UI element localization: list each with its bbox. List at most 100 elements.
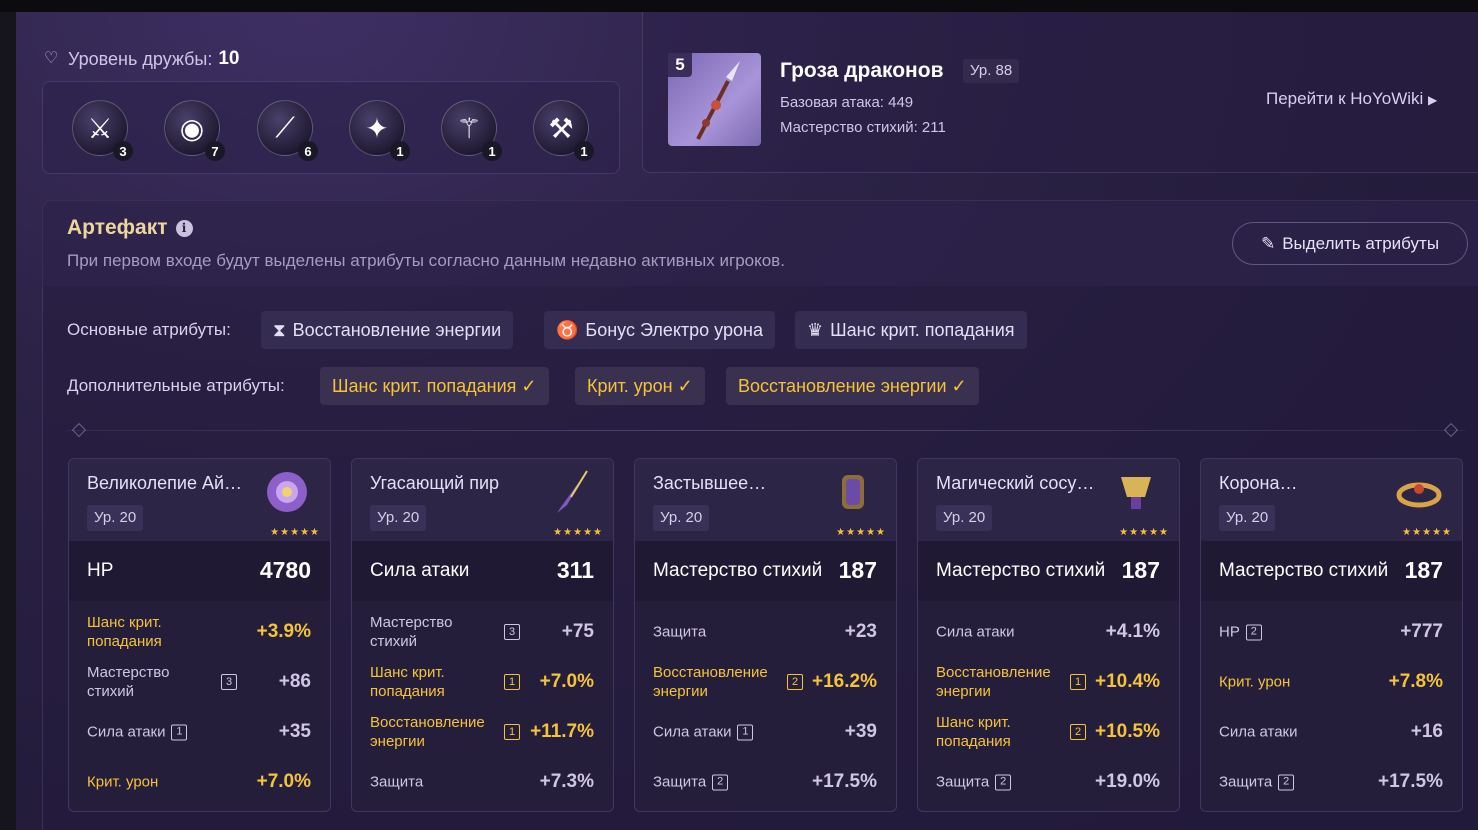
sub-stat-value: +16	[1410, 721, 1443, 742]
constellation-2[interactable]: ◉ 7	[164, 100, 225, 161]
sub-stat-name: Сила атаки	[1219, 723, 1369, 742]
constellation-count: 3	[113, 141, 133, 161]
chip-label: Шанс крит. попадания	[830, 319, 1015, 340]
sub-stat-label: Сила атаки	[936, 623, 1015, 641]
constellation-4[interactable]: ✦ 1	[349, 100, 410, 161]
constellation-1[interactable]: ⚔ 3	[72, 100, 133, 161]
main-stat: Мастерство стихий 187	[635, 541, 896, 601]
sub-stat: Сила атаки +16	[1201, 707, 1462, 757]
friendship-value: 10	[218, 48, 240, 69]
eye-icon: ◉	[179, 112, 205, 144]
sub-stat-value: +75	[561, 621, 594, 642]
artifact-level: Ур. 20	[1219, 505, 1276, 531]
sub-stat-label: Защита	[370, 773, 424, 791]
spear-icon	[696, 61, 740, 140]
constellation-count: 7	[205, 141, 225, 161]
sub-stat-name: Защита	[653, 623, 803, 642]
artifact-name: Застывшее…	[653, 473, 767, 493]
sub-stat-value: +86	[278, 671, 311, 692]
sub-stat: Защита 2 +17.5%	[635, 757, 896, 807]
sub-stat: HP 2 +777	[1201, 607, 1462, 657]
sub-stat-value: +7.0%	[539, 671, 594, 692]
main-stat: Мастерство стихий 187	[918, 541, 1179, 601]
roll-count: 2	[712, 774, 729, 790]
sub-stat: Восстановление энергии 1 +11.7%	[352, 707, 613, 757]
artifact-level: Ур. 20	[87, 505, 144, 531]
sub-stat-value: +17.5%	[812, 771, 877, 792]
artifact-level: Ур. 20	[653, 505, 710, 531]
sub-attr-crit-rate[interactable]: Шанс крит. попадания ✓	[320, 367, 549, 405]
chip-label: Восстановление энергии	[292, 319, 502, 340]
chip-label: Шанс крит. попадания ✓	[332, 375, 537, 396]
weapon-name: Гроза драконов	[780, 59, 944, 82]
roll-count: 1	[1070, 674, 1086, 690]
chip-label: Восстановление энергии ✓	[738, 375, 967, 396]
top-bar	[0, 0, 1478, 12]
main-attr-crit-rate[interactable]: ♛ Шанс крит. попадания	[795, 311, 1027, 349]
sub-stat: Защита +23	[635, 607, 896, 657]
sub-stat-name: Крит. урон	[1219, 673, 1369, 692]
hourglass-icon: ⧗	[273, 319, 286, 340]
sub-stat-value: +777	[1400, 621, 1443, 642]
sub-stat-name: Защита 2	[936, 773, 1086, 792]
artifact-card[interactable]: Магический сосу… Ур. 20 ★★★★★ Мастерство ст…	[917, 458, 1180, 812]
artifact-subtitle: При первом входе будут выделены атрибуты…	[67, 251, 785, 270]
main-stat-name: Сила атаки	[370, 560, 470, 581]
sub-attr-crit-dmg[interactable]: Крит. урон ✓	[575, 367, 705, 405]
sub-stat-name: Восстановление энергии 1	[370, 713, 520, 751]
artifact-card[interactable]: Угасающий пир Ур. 20 ★★★★★ Сила атаки 311 Мас…	[351, 458, 614, 812]
sub-stat: Шанс крит. попадания 2 +10.5%	[918, 707, 1179, 757]
chevron-right-icon: ▶	[1428, 93, 1438, 107]
sub-stat-label: Восстановление энергии	[653, 664, 768, 700]
main-stat-value: 187	[838, 557, 877, 583]
weapon-base-atk: Базовая атака: 449	[780, 94, 914, 111]
sub-stat-value: +17.5%	[1378, 771, 1443, 792]
roll-count: 1	[504, 674, 520, 690]
blade-icon: ⚚	[456, 112, 482, 144]
crossed-swords-icon: ⚔	[87, 112, 113, 144]
roll-count: 1	[171, 724, 188, 740]
highlight-attributes-button[interactable]: ✎ Выделить атрибуты	[1232, 222, 1468, 265]
sub-stat-name: Мастерство стихий 3	[370, 613, 520, 651]
sands-icon	[828, 467, 878, 517]
constellation-6[interactable]: ⚒ 1	[533, 100, 594, 161]
constellation-5[interactable]: ⚚ 1	[441, 100, 502, 161]
main-stat-name: HP	[87, 560, 114, 581]
chip-label: Крит. урон ✓	[587, 375, 693, 396]
main-stat-name: Мастерство стихий	[1219, 560, 1389, 581]
artifact-card[interactable]: Застывшее… Ур. 20 ★★★★★ Мастерство стихий 18…	[634, 458, 897, 812]
main-stat-name: Мастерство стихий	[653, 560, 823, 581]
sub-stat: Мастерство стихий 3 +75	[352, 607, 613, 657]
artifact-card[interactable]: Корона… Ур. 20 ★★★★★ Мастерство стихий 187 HP…	[1200, 458, 1463, 812]
roll-count: 2	[1278, 774, 1295, 790]
sub-stat-value: +7.8%	[1388, 671, 1443, 692]
main-stat-value: 187	[1121, 557, 1160, 583]
weapon-image[interactable]: 5	[668, 53, 761, 146]
sub-stat-value: +7.3%	[539, 771, 594, 792]
sub-stat-label: Восстановление энергии	[370, 714, 485, 750]
hoyowiki-link[interactable]: Перейти к HoYoWiki ▶	[1266, 89, 1437, 109]
info-icon[interactable]: i	[175, 219, 193, 237]
main-attr-energy-recharge[interactable]: ⧗ Восстановление энергии	[261, 311, 514, 349]
sub-stat-name: Сила атаки 1	[87, 723, 237, 742]
chip-label: Бонус Электро урона	[585, 319, 763, 340]
friendship-label: Уровень дружбы:	[68, 48, 213, 69]
artifact-name: Угасающий пир	[370, 473, 500, 493]
artifact-name: Магический сосу…	[936, 473, 1095, 493]
main-stat: Мастерство стихий 187	[1201, 541, 1462, 601]
artifact-name: Великолепие Ай…	[87, 473, 243, 493]
main-stat-value: 311	[556, 557, 594, 583]
sub-stat-value: +19.0%	[1095, 771, 1160, 792]
sub-stat-name: Шанс крит. попадания 1	[370, 663, 520, 701]
roll-count: 2	[1070, 724, 1086, 740]
artifact-card[interactable]: Великолепие Ай… Ур. 20 ★★★★★ HP 4780 Шанс кри…	[68, 458, 331, 812]
sub-stat: Восстановление энергии 1 +10.4%	[918, 657, 1179, 707]
main-attr-electro-bonus[interactable]: ♉ Бонус Электро урона	[544, 311, 775, 349]
sub-stat: Защита 2 +19.0%	[918, 757, 1179, 807]
flower-icon	[262, 467, 312, 517]
sub-stat-name: Крит. урон	[87, 773, 237, 792]
sub-stat-value: +11.7%	[530, 721, 594, 742]
constellation-3[interactable]: ⟋ 6	[257, 100, 318, 161]
rarity-stars: ★★★★★	[836, 527, 886, 538]
sub-attr-energy-recharge[interactable]: Восстановление энергии ✓	[726, 367, 979, 405]
